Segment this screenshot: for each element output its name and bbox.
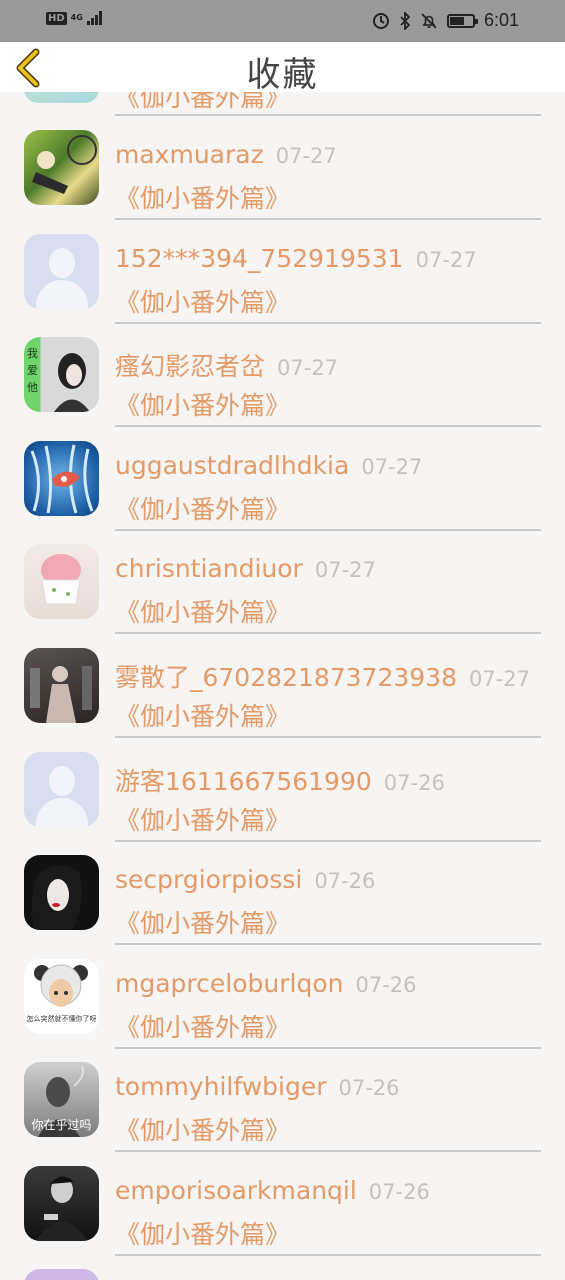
username[interactable]: 雾散了_6702821873723938 [115, 663, 457, 692]
item-date: 07-26 [355, 972, 417, 997]
item-date: 07-27 [277, 356, 339, 381]
divider [115, 1254, 541, 1256]
item-date: 07-27 [314, 558, 376, 583]
item-subtitle[interactable]: 《伽小番外篇》 [115, 904, 290, 940]
default-avatar-icon[interactable] [24, 233, 99, 309]
avatar-caption: 怎么突然就不懂你了呀 [26, 1014, 97, 1023]
avatar-caption: 你在乎过吗 [31, 1118, 92, 1133]
username[interactable]: maxmuaraz [115, 140, 264, 169]
battery-icon [446, 13, 478, 28]
list-item[interactable]: 怎么突然就不懂你了呀 mgaprceloburlqon 07-26 《伽小番外篇》 [0, 945, 565, 1049]
item-subtitle[interactable]: 《伽小番外篇》 [115, 386, 290, 422]
item-date: 07-26 [368, 1180, 430, 1204]
data-saver-icon [372, 12, 389, 29]
item-date: 07-27 [361, 454, 423, 479]
item-date: 07-26 [314, 869, 376, 894]
avatar-caption: 我爱他 [27, 347, 38, 395]
avatar[interactable]: 我爱他 [24, 337, 99, 413]
avatar[interactable] [24, 440, 99, 516]
avatar-partial[interactable] [24, 1269, 99, 1280]
list-item[interactable]: uggaustdradlhdkia 07-27 《伽小番外篇》 [0, 427, 565, 531]
bluetooth-icon [400, 11, 411, 30]
item-subtitle[interactable]: 《伽小番外篇》 [115, 593, 290, 629]
nav-header: 收藏 [0, 42, 565, 95]
clock: 6:01 [483, 10, 519, 30]
mute-bell-icon [421, 12, 437, 29]
status-left: HD 4G [46, 11, 102, 25]
item-date: 07-26 [338, 1076, 400, 1101]
item-date: 07-27 [275, 144, 337, 168]
item-subtitle[interactable]: 《伽小番外篇》 [115, 1215, 290, 1251]
list-item[interactable]: 你在乎过吗 tommyhilfwbiger 07-26 《伽小番外篇》 [0, 1048, 565, 1153]
item-date: 07-27 [415, 247, 477, 272]
item-date: 07-27 [469, 667, 531, 691]
username[interactable]: 瘙幻影忍者岔 [115, 352, 265, 381]
username[interactable]: 152***394_752919531 [115, 244, 404, 273]
item-subtitle[interactable]: 《伽小番外篇》 [115, 697, 290, 733]
favorites-list[interactable]: 《伽小番外篇》 maxmuaraz 07-27 《伽小番外篇》 152***394… [0, 92, 565, 1280]
list-item[interactable]: 152***394_752919531 07-27 《伽小番外篇》 [0, 220, 565, 324]
item-subtitle[interactable]: 《伽小番外篇》 [115, 1111, 290, 1147]
list-item[interactable]: 游客1611667561990 07-26 《伽小番外篇》 [0, 738, 565, 842]
item-subtitle[interactable]: 《伽小番外篇》 [115, 179, 290, 215]
item-subtitle[interactable]: 《伽小番外篇》 [115, 801, 290, 837]
page-title: 收藏 [246, 55, 319, 95]
username[interactable]: chrisntiandiuor [115, 554, 303, 583]
signal-icon [86, 11, 102, 25]
network-type: 4G [70, 13, 83, 22]
avatar[interactable] [24, 1166, 99, 1241]
username[interactable]: 游客1611667561990 [115, 767, 372, 796]
avatar[interactable] [24, 648, 99, 723]
status-bar: HD 4G 6:01 [0, 0, 565, 42]
hd-indicator: HD [46, 11, 67, 25]
username[interactable]: tommyhilfwbiger [115, 1072, 327, 1101]
avatar[interactable] [24, 855, 99, 931]
username[interactable]: emporisoarkmanqil [115, 1176, 357, 1205]
status-right: 6:01 [372, 10, 519, 31]
list-item[interactable]: maxmuaraz 07-27 《伽小番外篇》 [0, 116, 565, 220]
avatar[interactable] [24, 130, 99, 205]
username[interactable]: uggaustdradlhdkia [115, 451, 349, 480]
avatar[interactable]: 你在乎过吗 [24, 1062, 99, 1138]
list-item[interactable]: secprgiorpiossi 07-26 《伽小番外篇》 [0, 841, 565, 946]
item-subtitle[interactable]: 《伽小番外篇》 [115, 490, 290, 526]
item-subtitle[interactable]: 《伽小番外篇》 [115, 1008, 290, 1044]
username[interactable]: mgaprceloburlqon [115, 969, 343, 998]
avatar[interactable]: 怎么突然就不懂你了呀 [24, 958, 99, 1034]
list-item[interactable]: 我爱他 瘙幻影忍者岔 07-27 《伽小番外篇》 [0, 323, 565, 428]
list-item[interactable]: 雾散了_6702821873723938 07-27 《伽小番外篇》 [0, 634, 565, 738]
item-date: 07-26 [383, 770, 445, 795]
list-item[interactable]: emporisoarkmanqil 07-26 《伽小番外篇》 [0, 1152, 565, 1256]
avatar[interactable] [24, 544, 99, 620]
item-subtitle[interactable]: 《伽小番外篇》 [115, 283, 290, 319]
list-item[interactable]: chrisntiandiuor 07-27 《伽小番外篇》 [0, 530, 565, 635]
username[interactable]: secprgiorpiossi [115, 865, 302, 894]
default-avatar-icon[interactable] [24, 751, 99, 827]
